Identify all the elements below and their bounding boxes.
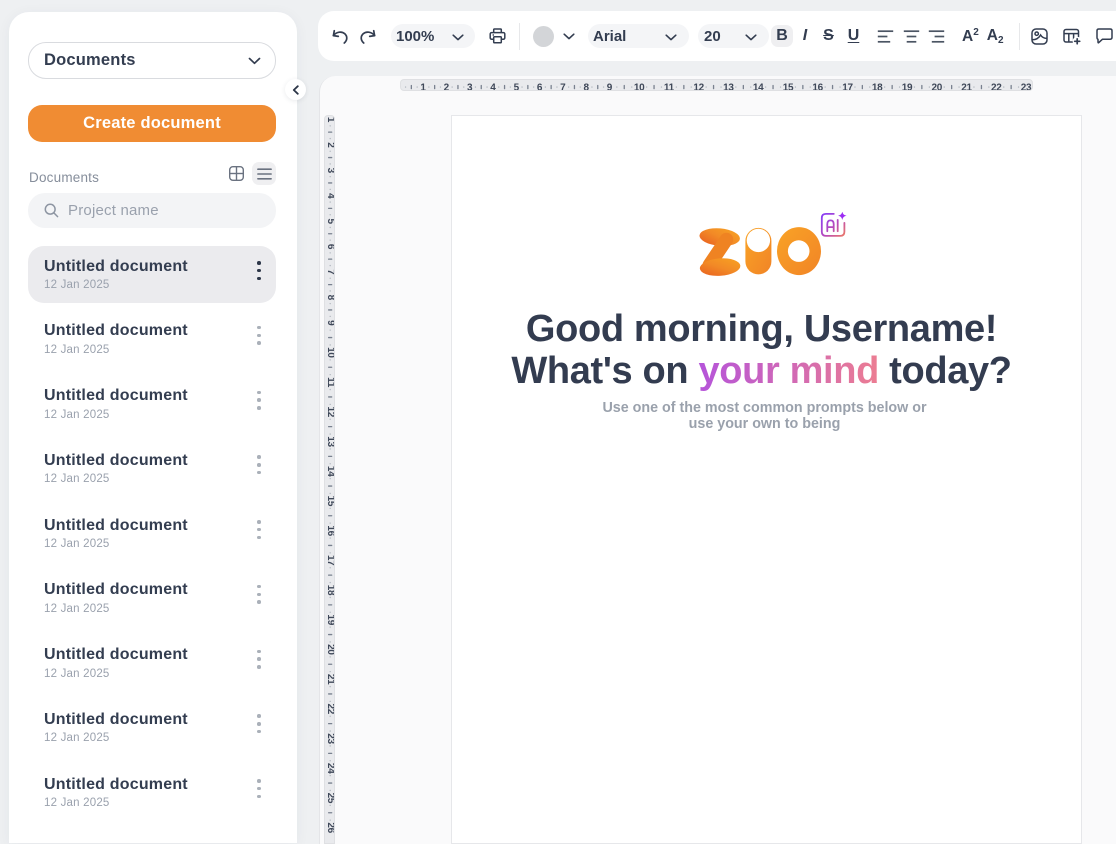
svg-text:4: 4 <box>490 83 496 91</box>
svg-text:18: 18 <box>871 83 882 91</box>
svg-text:12: 12 <box>693 83 704 91</box>
svg-text:22: 22 <box>325 704 334 715</box>
svg-text:10: 10 <box>325 347 334 358</box>
svg-text:22: 22 <box>991 83 1002 91</box>
svg-text:15: 15 <box>782 83 793 91</box>
svg-text:23: 23 <box>1020 83 1031 91</box>
svg-text:20: 20 <box>325 644 334 655</box>
svg-text:2: 2 <box>325 142 334 148</box>
svg-text:10: 10 <box>633 83 644 91</box>
svg-text:9: 9 <box>325 320 334 326</box>
svg-text:15: 15 <box>325 496 334 507</box>
svg-text:20: 20 <box>931 83 942 91</box>
svg-text:6: 6 <box>536 83 542 91</box>
svg-text:13: 13 <box>325 436 334 447</box>
svg-text:13: 13 <box>723 83 734 91</box>
svg-text:5: 5 <box>513 83 519 91</box>
svg-text:2: 2 <box>443 83 449 91</box>
svg-text:7: 7 <box>325 269 334 275</box>
svg-text:3: 3 <box>325 168 334 174</box>
svg-text:5: 5 <box>325 218 334 224</box>
svg-text:16: 16 <box>325 525 334 536</box>
svg-text:17: 17 <box>842 83 853 91</box>
svg-text:25: 25 <box>325 793 334 804</box>
svg-text:21: 21 <box>325 674 334 685</box>
svg-text:12: 12 <box>325 407 334 418</box>
svg-text:23: 23 <box>325 733 334 744</box>
svg-text:1: 1 <box>325 117 334 123</box>
svg-text:19: 19 <box>901 83 912 91</box>
svg-text:16: 16 <box>812 83 823 91</box>
svg-text:8: 8 <box>583 83 589 91</box>
svg-text:9: 9 <box>606 83 612 91</box>
svg-text:21: 21 <box>961 83 972 91</box>
svg-text:14: 14 <box>752 83 763 91</box>
svg-text:7: 7 <box>560 83 566 91</box>
svg-text:19: 19 <box>325 614 334 625</box>
svg-text:4: 4 <box>325 193 334 199</box>
svg-text:1: 1 <box>420 83 426 91</box>
svg-text:8: 8 <box>325 295 334 301</box>
svg-text:3: 3 <box>466 83 472 91</box>
svg-text:24: 24 <box>325 763 334 774</box>
svg-text:17: 17 <box>325 555 334 566</box>
svg-text:18: 18 <box>325 585 334 596</box>
svg-text:6: 6 <box>325 244 334 250</box>
svg-text:14: 14 <box>325 466 334 477</box>
svg-text:26: 26 <box>325 822 334 833</box>
svg-text:11: 11 <box>663 83 674 91</box>
svg-text:11: 11 <box>325 377 334 388</box>
